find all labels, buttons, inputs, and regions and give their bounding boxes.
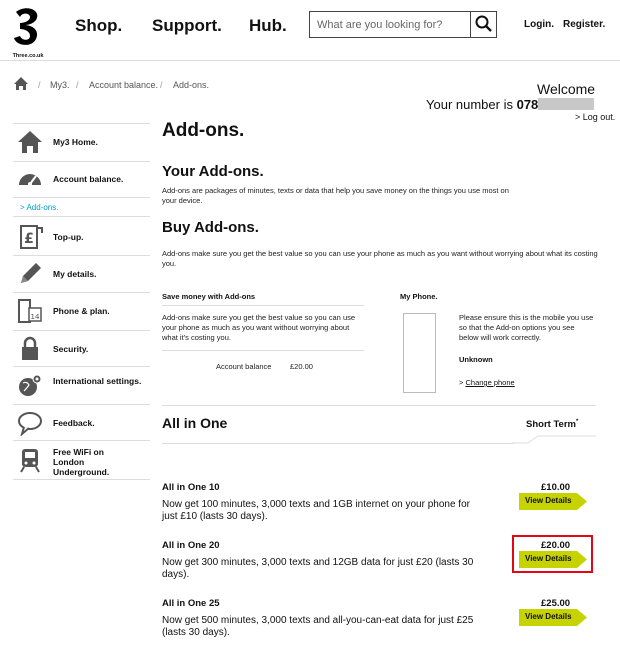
- section-title: All in One: [162, 415, 228, 431]
- sidebar-item-label: International settings.: [53, 376, 142, 386]
- view-details-label: View Details: [525, 496, 572, 505]
- sidebar-item-label: Top-up.: [53, 232, 84, 242]
- breadcrumb-addons: Add-ons.: [173, 80, 210, 90]
- divider: [162, 405, 596, 406]
- my-phone-heading: My Phone.: [400, 292, 438, 301]
- sidebar-item-label: Feedback.: [53, 418, 95, 428]
- offer-description: Now get 300 minutes, 3,000 texts and 12G…: [162, 557, 474, 580]
- my-phone-text: Please ensure this is the mobile you use…: [459, 313, 594, 342]
- view-details-button[interactable]: View Details: [519, 609, 587, 626]
- globe-gear-icon: [19, 374, 42, 396]
- offer-name: All in One 25: [162, 598, 220, 609]
- view-details-button[interactable]: View Details: [519, 551, 587, 568]
- home-icon: [18, 131, 42, 153]
- home-icon: [14, 77, 28, 90]
- sidebar-item-my-details[interactable]: My details.: [13, 255, 150, 292]
- sidebar-item-label: Security.: [53, 344, 89, 354]
- divider: [162, 305, 364, 306]
- divider: [162, 443, 514, 444]
- phone-image-placeholder: [403, 313, 436, 393]
- number-prefix: 078: [516, 97, 539, 112]
- your-addons-heading: Your Add-ons.: [162, 163, 264, 180]
- sidebar-item-addons[interactable]: > Add-ons.: [13, 197, 150, 216]
- view-details-label: View Details: [525, 612, 572, 621]
- welcome-text: Welcome: [537, 81, 596, 97]
- account-balance-label: Account balance: [216, 362, 272, 371]
- header-divider: [0, 60, 620, 61]
- phone-number-line: Your number is 078: [426, 97, 595, 112]
- breadcrumb-separator: /: [76, 80, 79, 90]
- logo-text: Three.co.uk: [12, 53, 44, 59]
- tab-marker: *: [575, 419, 579, 425]
- sidebar-item-my3-home[interactable]: My3 Home.: [13, 123, 150, 161]
- sidebar-item-account-balance[interactable]: Account balance.: [13, 161, 150, 197]
- sidebar-item-free-wifi[interactable]: Free WiFi on London Underground.: [13, 440, 150, 480]
- train-icon: [20, 449, 40, 473]
- account-balance-value: £20.00: [290, 362, 313, 371]
- breadcrumb-separator: /: [38, 80, 41, 90]
- sidebar-item-feedback[interactable]: Feedback.: [13, 404, 150, 440]
- number-redaction: [538, 98, 595, 110]
- view-details-label: View Details: [525, 554, 572, 563]
- search-box: [309, 11, 497, 38]
- offer-name: All in One 10: [162, 482, 220, 493]
- page-title: Add-ons.: [162, 120, 245, 141]
- tab-short-term[interactable]: Short Term*: [526, 419, 578, 430]
- nav-shop[interactable]: Shop.: [75, 16, 122, 36]
- offer-price: £20.00: [541, 540, 571, 551]
- phone-calendar-icon: 14: [18, 299, 42, 323]
- buy-addons-text: Add-ons make sure you get the best value…: [162, 249, 598, 268]
- sidebar-item-label: My details.: [53, 269, 97, 279]
- search-icon: [475, 15, 492, 32]
- pencil-icon: [21, 263, 41, 283]
- three-logo-mark: [14, 8, 38, 45]
- offer-description: Now get 500 minutes, 3,000 texts and all…: [162, 615, 474, 638]
- change-phone-prefix: >: [459, 378, 464, 387]
- sidebar-item-security[interactable]: Security.: [13, 330, 150, 366]
- three-logo[interactable]: Three.co.uk: [8, 6, 48, 59]
- breadcrumb-separator: /: [160, 80, 163, 90]
- breadcrumb-my3[interactable]: My3.: [50, 80, 70, 90]
- change-phone-link[interactable]: Change phone: [465, 378, 514, 387]
- login-link[interactable]: Login.: [524, 19, 554, 30]
- sidebar-item-label: Free WiFi on London Underground.: [53, 447, 110, 477]
- speech-bubble-icon: [18, 412, 42, 436]
- register-link[interactable]: Register.: [563, 19, 605, 30]
- view-details-button[interactable]: View Details: [519, 493, 587, 510]
- search-button[interactable]: [470, 12, 496, 37]
- phone-model: Unknown: [459, 355, 493, 364]
- save-money-text: Add-ons make sure you get the best value…: [162, 313, 356, 342]
- lock-icon: [22, 336, 38, 360]
- sidebar-item-label: My3 Home.: [53, 137, 98, 147]
- offer-name: All in One 20: [162, 540, 220, 551]
- breadcrumb-account-balance[interactable]: Account balance.: [89, 80, 158, 90]
- tab-pointer: [512, 435, 596, 444]
- nav-support[interactable]: Support.: [152, 16, 222, 36]
- sidebar-item-label: > Add-ons.: [20, 203, 59, 212]
- search-input[interactable]: [310, 12, 470, 37]
- offer-description: Now get 100 minutes, 3,000 texts and 1GB…: [162, 499, 470, 522]
- tab-label: Short Term: [526, 419, 576, 431]
- sidebar-item-label: Account balance.: [53, 174, 124, 184]
- offer-price: £25.00: [541, 598, 571, 609]
- number-label: Your number is: [426, 97, 513, 112]
- logout-link[interactable]: > Log out.: [575, 112, 615, 122]
- buy-addons-heading: Buy Add-ons.: [162, 219, 259, 236]
- sidebar-item-international-settings[interactable]: International settings.: [13, 366, 150, 404]
- nav-hub[interactable]: Hub.: [249, 16, 287, 36]
- your-addons-text: Add-ons are packages of minutes, texts o…: [162, 186, 509, 205]
- change-phone-row: > Change phone: [459, 378, 515, 387]
- pound-topup-icon: £: [20, 225, 43, 249]
- gauge-icon: [19, 174, 41, 186]
- svg-text:£: £: [24, 231, 34, 247]
- save-money-heading: Save money with Add-ons: [162, 292, 256, 301]
- divider: [162, 350, 364, 351]
- sidebar-item-label: Phone & plan.: [53, 306, 110, 316]
- sidebar-item-phone-plan[interactable]: 14 Phone & plan.: [13, 292, 150, 330]
- svg-text:14: 14: [31, 313, 40, 321]
- sidebar-item-top-up[interactable]: £ Top-up.: [13, 216, 150, 255]
- offer-price: £10.00: [541, 482, 571, 493]
- breadcrumb-home[interactable]: [13, 76, 29, 96]
